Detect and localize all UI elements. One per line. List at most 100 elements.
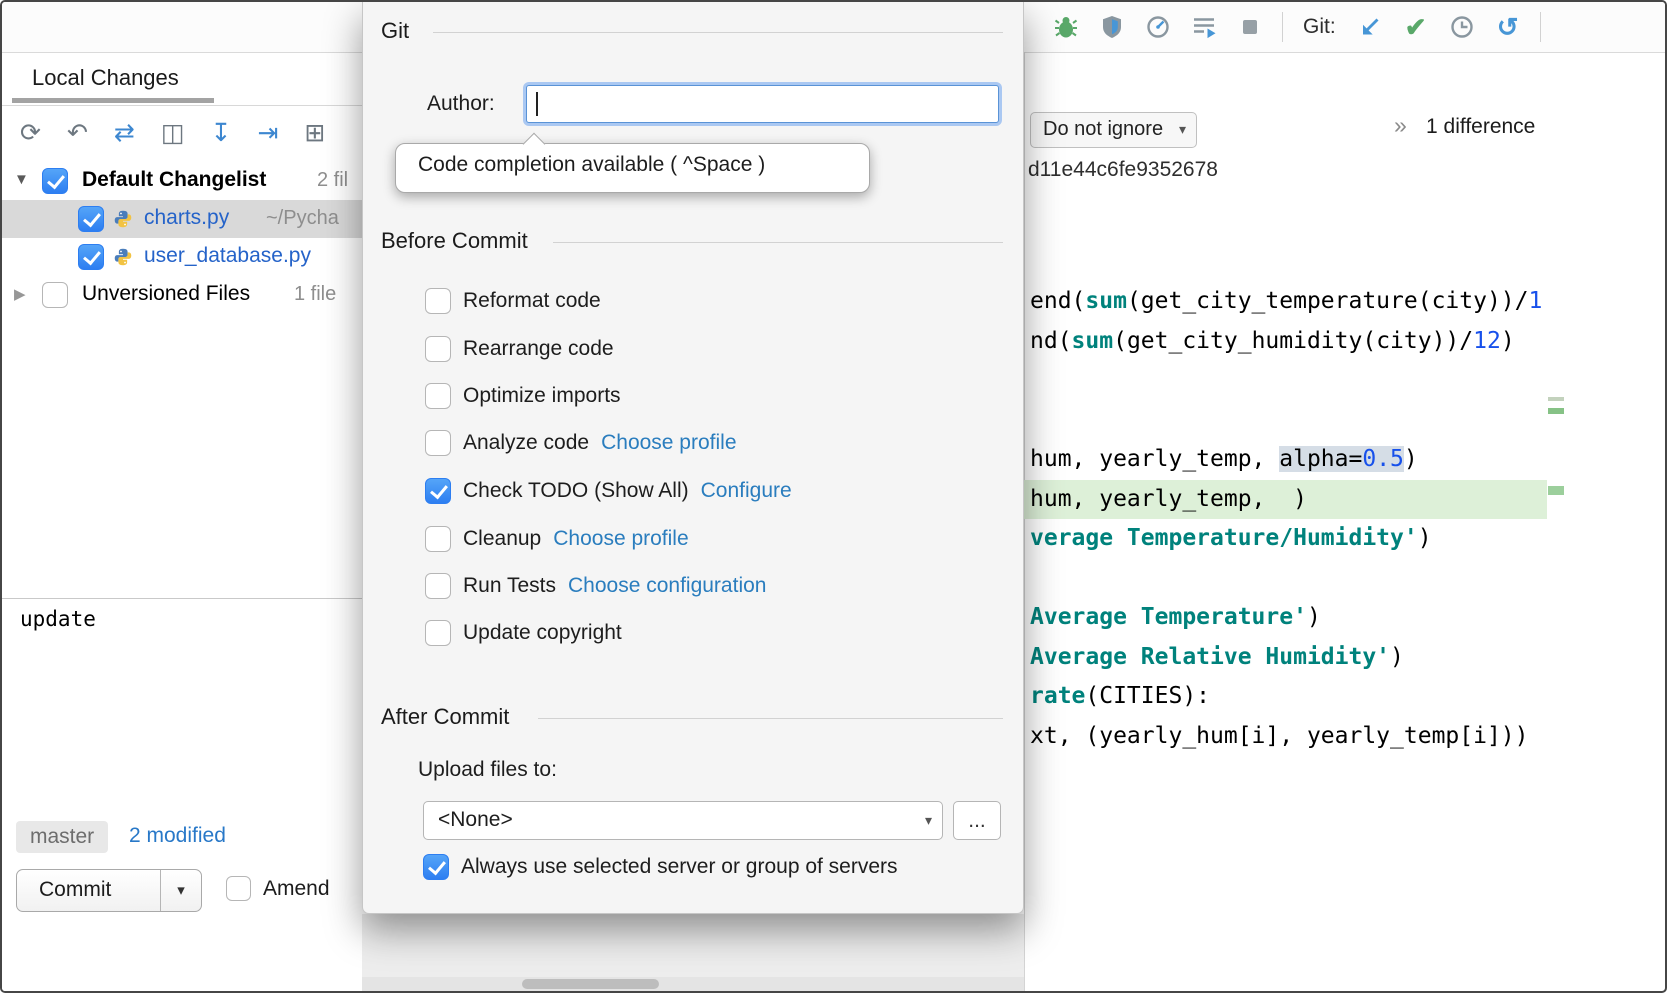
reformat-code-checkbox[interactable] [425,288,451,314]
option-label: Update copyright [463,621,622,645]
code-line: nd(sum(get_city_humidity(city))/12) [1024,322,1547,362]
modified-files-link[interactable]: 2 modified [129,824,226,848]
group-by-icon[interactable]: ⊞ [304,121,325,146]
code-line: hum, yearly_temp, alpha=0.5) [1024,440,1547,480]
rearrange-code-checkbox[interactable] [425,336,451,362]
option-analyze-code[interactable]: Analyze code Choose profile [425,424,737,462]
option-update-copyright[interactable]: Update copyright [425,614,622,652]
option-optimize-imports[interactable]: Optimize imports [425,377,621,415]
changelist-meta: 2 fil [317,169,348,192]
text-caret [536,92,538,116]
preview-diff-icon[interactable]: ◫ [161,121,185,146]
code-line: xt, (yearly_hum[i], yearly_temp[i])) [1024,717,1547,757]
author-input[interactable] [526,85,999,123]
always-use-server-option[interactable]: Always use selected server or group of s… [423,854,898,880]
expand-caret-icon[interactable]: ▼ [14,171,29,188]
option-label: Analyze code [463,431,589,455]
file-checkbox[interactable] [78,244,104,270]
always-use-server-checkbox[interactable] [423,854,449,880]
before-commit-title: Before Commit [381,228,528,254]
file-checkbox[interactable] [78,206,104,232]
commit-options-arrow[interactable]: ▾ [160,870,201,911]
completion-tooltip: Code completion available ( ^Space ) [395,143,870,193]
rollback-icon[interactable]: ↶ [67,121,88,146]
cleanup-checkbox[interactable] [425,526,451,552]
shelve-icon[interactable]: ⇥ [257,121,278,146]
section-divider [538,718,1003,719]
configure-link[interactable]: Configure [701,479,792,503]
completion-tooltip-text: Code completion available ( ^Space ) [418,153,765,177]
file-path: ~/Pycha [266,207,339,230]
amend-checkbox[interactable] [226,876,251,901]
upload-files-dropdown[interactable]: <None> ▾ [423,801,943,840]
rollback-icon[interactable]: ↺ [1494,13,1522,41]
browse-servers-button[interactable]: ... [953,801,1001,840]
code-line: Average Relative Humidity') [1024,638,1547,678]
error-stripe-mark[interactable] [1548,408,1564,414]
option-run-tests[interactable]: Run Tests Choose configuration [425,567,766,605]
update-copyright-checkbox[interactable] [425,620,451,646]
update-project-icon[interactable] [1356,13,1384,41]
scrollbar-thumb[interactable] [522,979,659,989]
option-label: Run Tests [463,574,556,598]
breadcrumb-chevrons-icon[interactable]: » [1394,112,1407,139]
upload-files-value: <None> [438,808,513,832]
python-file-icon [112,208,134,230]
option-reformat-code[interactable]: Reformat code [425,282,601,320]
branch-badge: master [16,821,108,853]
check-todo-checkbox[interactable] [425,478,451,504]
history-icon[interactable] [1448,13,1476,41]
vcs-toolbar: ⟳ ↶ ⇄ ◫ ↧ ⇥ ⊞ [2,106,362,160]
chevron-down-icon: ▾ [925,812,932,829]
refresh-icon[interactable]: ⟳ [20,121,41,146]
error-stripe[interactable] [1547,202,1566,977]
upload-files-label: Upload files to: [418,758,557,782]
choose-configuration-link[interactable]: Choose configuration [568,574,766,598]
toolbar-separator [1282,12,1283,42]
commit-changes-icon[interactable]: ✔ [1402,13,1430,41]
section-divider [553,242,1003,243]
tab-local-changes[interactable]: Local Changes [32,65,179,91]
file-name: user_database.py [144,244,311,268]
option-rearrange-code[interactable]: Rearrange code [425,330,614,368]
author-label: Author: [427,92,495,116]
option-cleanup[interactable]: Cleanup Choose profile [425,520,689,558]
amend-option[interactable]: Amend [226,876,330,901]
run-configurations-icon[interactable] [1190,13,1218,41]
analyze-code-checkbox[interactable] [425,430,451,456]
ignore-dropdown-value: Do not ignore [1043,118,1163,141]
chevron-down-icon: ▾ [1179,121,1186,138]
horizontal-scrollbar[interactable] [362,977,1024,991]
coverage-icon[interactable] [1098,13,1126,41]
toolbar-separator [1540,12,1541,42]
amend-label: Amend [263,877,330,901]
python-file-icon [112,246,134,268]
file-name: charts.py [144,206,229,230]
choose-profile-link[interactable]: Choose profile [601,431,736,455]
stop-icon[interactable] [1236,13,1264,41]
get-latest-icon[interactable]: ↧ [210,121,231,146]
error-stripe-mark[interactable] [1548,397,1564,401]
active-tab-indicator [12,98,214,103]
git-section-title: Git [381,18,409,44]
option-check-todo[interactable]: Check TODO (Show All) Configure [425,472,792,510]
git-label: Git: [1303,15,1336,39]
changelist-label: Default Changelist [82,168,266,192]
profiler-icon[interactable] [1144,13,1172,41]
error-stripe-mark[interactable] [1548,486,1564,495]
code-line: hum, yearly_temp, ) [1024,480,1547,520]
optimize-imports-checkbox[interactable] [425,383,451,409]
show-diff-icon[interactable]: ⇄ [114,121,135,146]
code-line: rate(CITIES): [1024,677,1547,717]
ignore-whitespace-dropdown[interactable]: Do not ignore ▾ [1030,112,1197,148]
option-label: Rearrange code [463,337,614,361]
pycharm-window: Local Changes ⟳ ↶ ⇄ ◫ ↧ ⇥ ⊞ ▼ Default Ch… [0,0,1667,993]
option-label: Optimize imports [463,384,621,408]
changelist-checkbox[interactable] [42,168,68,194]
commit-button[interactable]: Commit ▾ [16,869,202,912]
choose-profile-link[interactable]: Choose profile [553,527,688,551]
revision-hash: d11e44c6fe9352678 [1028,158,1218,182]
code-line: verage Temperature/Humidity') [1024,519,1547,559]
debug-icon[interactable] [1052,13,1080,41]
run-tests-checkbox[interactable] [425,573,451,599]
